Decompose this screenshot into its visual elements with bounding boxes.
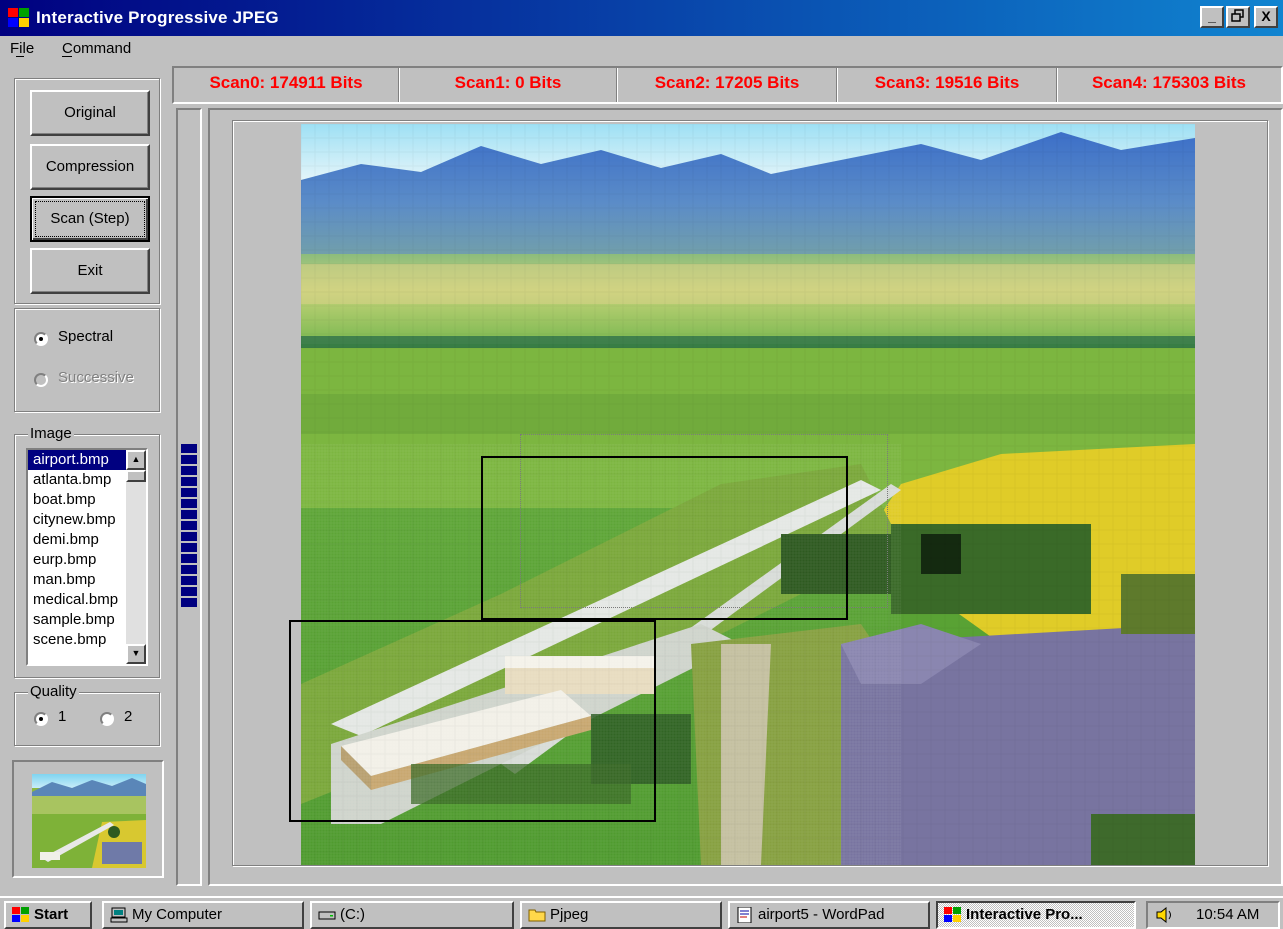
scan2-bits: Scan2: 17205 Bits [654, 73, 800, 92]
start-label: Start [34, 906, 69, 923]
taskbar-label: Pjpeg [550, 906, 589, 923]
quality-group-label: Quality [28, 683, 79, 700]
region-box-1 [481, 456, 848, 620]
region-box-2 [289, 620, 656, 822]
progress-block [181, 598, 197, 607]
progress-block [181, 543, 197, 552]
exit-button[interactable]: Exit [30, 248, 150, 294]
minimize-button[interactable]: _ [1200, 6, 1224, 28]
taskbar-item-interactive-pro[interactable]: Interactive Pro... [936, 901, 1136, 929]
taskbar: Start My Computer (C:) Pjpeg airport5 - … [0, 896, 1283, 929]
original-button[interactable]: Original [30, 90, 150, 136]
wordpad-icon [737, 907, 752, 923]
quality-2-label: 2 [124, 708, 133, 725]
scan1-bits: Scan1: 0 Bits [454, 73, 562, 92]
image-group-label: Image [28, 425, 74, 442]
taskbar-item-pjpeg[interactable]: Pjpeg [520, 901, 722, 929]
progress-block [181, 576, 197, 585]
successive-label: Successive [58, 369, 134, 386]
scan0-bits: Scan0: 174911 Bits [209, 73, 363, 92]
spectral-label: Spectral [58, 328, 114, 345]
restore-button[interactable] [1226, 6, 1250, 28]
thumbnail-image [32, 774, 146, 868]
quality-1-label: 1 [58, 708, 67, 725]
taskbar-label: Interactive Pro... [966, 906, 1083, 923]
list-item-citynew[interactable]: citynew.bmp [28, 510, 126, 530]
quality-1-radio[interactable] [34, 712, 48, 726]
menu-file[interactable]: File [10, 40, 34, 57]
progress-block [181, 565, 197, 574]
quality-2-radio[interactable] [100, 712, 114, 726]
window-title: Interactive Progressive JPEG [36, 8, 279, 27]
list-item-atlanta[interactable]: atlanta.bmp [28, 470, 126, 490]
restore-icon [1231, 9, 1244, 22]
progress-block [181, 587, 197, 596]
successive-radio[interactable] [34, 373, 48, 387]
app-icon [8, 8, 29, 27]
taskbar-item-my-computer[interactable]: My Computer [102, 901, 304, 929]
scroll-up-button[interactable]: ▲ [126, 450, 146, 470]
taskbar-item-c-drive[interactable]: (C:) [310, 901, 514, 929]
progress-block [181, 521, 197, 530]
listbox-scrollbar[interactable]: ▲ ▼ [126, 450, 146, 664]
list-item-airport[interactable]: airport.bmp [28, 450, 126, 470]
speaker-icon[interactable] [1156, 907, 1176, 923]
drive-icon [318, 911, 336, 920]
folder-icon [528, 909, 546, 922]
list-item-medical[interactable]: medical.bmp [28, 590, 126, 610]
start-button[interactable]: Start [4, 901, 92, 929]
menu-command[interactable]: Command [62, 40, 131, 57]
title-bar[interactable]: Interactive Progressive JPEG _ X [0, 0, 1283, 36]
progress-block [181, 499, 197, 508]
taskbar-label: airport5 - WordPad [758, 906, 885, 923]
progress-block [181, 466, 197, 475]
taskbar-label: (C:) [340, 906, 365, 923]
compression-button[interactable]: Compression [30, 144, 150, 190]
list-item-man[interactable]: man.bmp [28, 570, 126, 590]
taskbar-label: My Computer [132, 906, 223, 923]
control-panel: Original Compression Scan (Step) Exit Sp… [0, 62, 170, 882]
progress-block [181, 488, 197, 497]
progress-block [181, 477, 197, 486]
progress-block [181, 444, 197, 453]
list-item-boat[interactable]: boat.bmp [28, 490, 126, 510]
mode-group [14, 308, 160, 412]
close-button[interactable]: X [1254, 6, 1278, 28]
progress-block [181, 510, 197, 519]
app-icon [944, 907, 961, 922]
list-item-demi[interactable]: demi.bmp [28, 530, 126, 550]
scroll-down-button[interactable]: ▼ [126, 644, 146, 664]
scroll-thumb[interactable] [126, 470, 146, 482]
progress-block [181, 455, 197, 464]
menu-command-underline [62, 56, 72, 57]
progress-block [181, 532, 197, 541]
menu-file-underline [16, 56, 24, 57]
list-item-scene[interactable]: scene.bmp [28, 630, 126, 650]
scan-step-button[interactable]: Scan (Step) [30, 196, 150, 242]
list-item-eurp[interactable]: eurp.bmp [28, 550, 126, 570]
scan4-bits: Scan4: 175303 Bits [1091, 73, 1247, 92]
clock: 10:54 AM [1196, 906, 1260, 923]
spectral-radio[interactable] [34, 332, 48, 346]
windows-logo-icon [12, 907, 29, 922]
progress-block [181, 554, 197, 563]
menu-bar: File Command [0, 36, 1283, 62]
taskbar-item-wordpad[interactable]: airport5 - WordPad [728, 901, 930, 929]
scan-progress-bar [181, 444, 197, 607]
system-tray: 10:54 AM [1146, 901, 1280, 929]
computer-icon [110, 907, 128, 923]
list-item-sample[interactable]: sample.bmp [28, 610, 126, 630]
image-listbox[interactable]: airport.bmp atlanta.bmp boat.bmp citynew… [26, 448, 148, 666]
scan3-bits: Scan3: 19516 Bits [874, 73, 1020, 92]
